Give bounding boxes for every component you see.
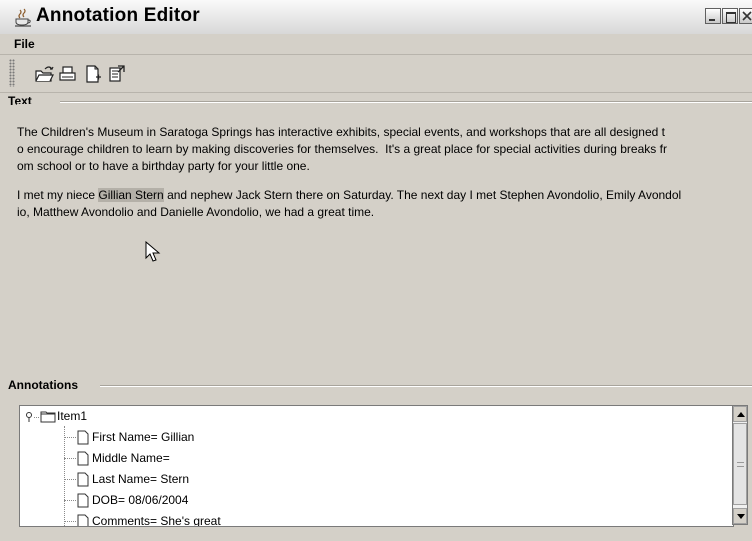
tree-connector [34,417,39,418]
document-icon [77,472,89,487]
annotation-editor-window: Annotation Editor File Text The Children… [0,0,752,541]
tree-connector [64,426,65,526]
annotations-tree[interactable]: Item1 First Name= Gillian Middle Name= L… [19,405,734,527]
tree-leaf-label: DOB= 08/06/2004 [92,493,189,507]
title-bar[interactable]: Annotation Editor [0,0,752,35]
print-icon[interactable] [57,63,79,85]
close-button[interactable] [739,8,752,24]
document-icon [77,493,89,508]
maximize-button[interactable] [722,8,738,24]
scroll-up-button[interactable] [733,406,747,422]
text-editor-area[interactable]: The Children's Museum in Saratoga Spring… [17,104,752,374]
tree-root-label: Item1 [57,409,88,423]
minimize-button[interactable] [705,8,721,24]
new-document-icon[interactable] [82,63,104,85]
maximize-icon [726,12,736,23]
minimize-icon [709,19,715,21]
document-icon [77,514,89,526]
scroll-down-button[interactable] [733,508,747,524]
tree-connector [64,479,76,480]
thumb-grip [737,462,744,467]
tree-connector [64,500,76,501]
toolbar-grip[interactable] [9,59,15,87]
annotations-group-border [100,385,752,387]
tree-connector [64,458,76,459]
open-folder-icon[interactable] [33,63,55,85]
toolbar [0,55,752,93]
window-title: Annotation Editor [36,5,200,26]
tree-connector [64,521,76,522]
folder-icon [40,411,56,423]
menu-bar: File [0,34,752,55]
text-group-border [60,101,752,103]
arrow-up-icon [737,412,745,417]
text-paragraph-1: The Children's Museum in Saratoga Spring… [17,125,667,173]
mouse-cursor-icon [145,241,161,262]
text-before-highlight: I met my niece [17,188,99,202]
scroll-thumb[interactable] [733,423,747,505]
arrow-down-icon [737,514,745,519]
document-icon [77,451,89,466]
export-icon[interactable] [106,63,128,85]
document-icon [77,430,89,445]
tree-leaf-label: Comments= She's great [92,514,221,527]
tree-connector [64,437,76,438]
text-paragraph-2: I met my niece Gillian Stern and nephew … [17,187,752,221]
highlighted-selection[interactable]: Gillian Stern [98,188,164,202]
menu-file[interactable]: File [14,37,35,51]
tree-leaf-label: Last Name= Stern [92,472,190,486]
annotations-section-title: Annotations [8,378,81,392]
close-icon [742,11,752,21]
annotations-scrollbar[interactable] [732,405,748,525]
tree-leaf-label: First Name= Gillian [92,430,195,444]
java-cup-icon [15,8,31,27]
tree-leaf-label: Middle Name= [92,451,170,465]
